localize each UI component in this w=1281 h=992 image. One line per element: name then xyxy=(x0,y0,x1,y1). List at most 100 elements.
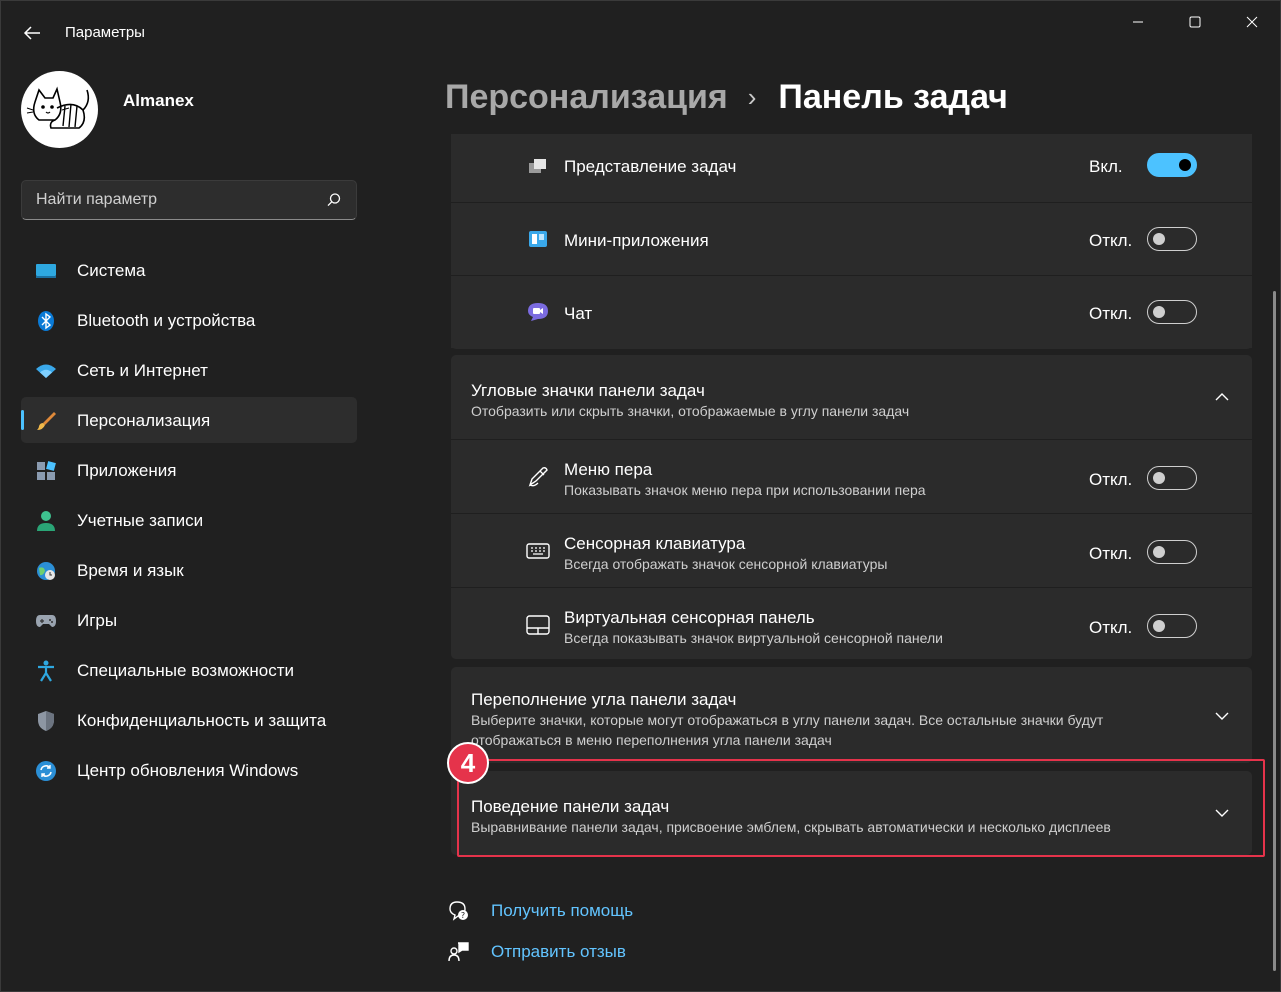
close-button[interactable] xyxy=(1229,7,1275,37)
corner-icons-header[interactable]: Угловые значки панели задач Отобразить и… xyxy=(451,355,1252,439)
setting-label: Мини-приложения xyxy=(564,231,709,250)
setting-label: Чат xyxy=(564,304,593,323)
annotation-step-badge: 4 xyxy=(447,742,489,784)
sidebar-item-personalization[interactable]: Персонализация xyxy=(21,397,357,443)
toggle-state-text: Вкл. xyxy=(1089,157,1123,176)
get-help-link[interactable]: ? Получить помощь xyxy=(447,897,633,925)
setting-row-pen-menu: Меню пера Показывать значок меню пера пр… xyxy=(451,439,1252,513)
sidebar-nav: Система Bluetooth и устройства Сеть и Ин… xyxy=(21,247,357,797)
sidebar-item-label: Специальные возможности xyxy=(77,661,295,680)
cat-avatar-icon xyxy=(26,85,89,129)
taskbar-items-card: Представление задач Вкл. Мини-приложения… xyxy=(451,134,1252,349)
touchpad-icon xyxy=(526,613,550,637)
maximize-icon xyxy=(1189,16,1201,28)
virtual-touchpad-toggle[interactable] xyxy=(1147,614,1197,638)
setting-row-chat: Чат Откл. xyxy=(451,275,1252,348)
search-icon[interactable] xyxy=(326,192,342,208)
shield-icon xyxy=(35,710,57,732)
sidebar-item-windows-update[interactable]: Центр обновления Windows xyxy=(21,747,357,793)
breadcrumb: Персонализация › Панель задач xyxy=(445,75,1008,119)
breadcrumb-separator: › xyxy=(747,81,757,112)
app-title: Параметры xyxy=(65,24,145,41)
update-icon xyxy=(35,760,57,782)
corner-icons-card: Меню пера Показывать значок меню пера пр… xyxy=(451,439,1252,659)
toggle-state-text: Откл. xyxy=(1089,470,1133,489)
send-feedback-label[interactable]: Отправить отзыв xyxy=(491,942,626,962)
sidebar-item-label: Сеть и Интернет xyxy=(77,361,208,380)
help-icon: ? xyxy=(447,899,471,923)
group-subtitle: Выберите значки, которые могут отображат… xyxy=(471,712,1104,728)
setting-description: Всегда отображать значок сенсорной клави… xyxy=(564,556,888,572)
sidebar-item-time-language[interactable]: Время и язык xyxy=(21,547,357,593)
sidebar-item-label: Учетные записи xyxy=(77,511,204,530)
breadcrumb-parent[interactable]: Персонализация xyxy=(445,78,728,117)
title-bar: Параметры xyxy=(1,1,1280,63)
sidebar-item-label: Время и язык xyxy=(77,561,184,580)
user-name: Almanex xyxy=(123,91,194,110)
sidebar-item-accounts[interactable]: Учетные записи xyxy=(21,497,357,543)
widgets-toggle[interactable] xyxy=(1147,227,1197,251)
brush-icon xyxy=(35,410,57,432)
scrollbar[interactable] xyxy=(1273,291,1276,971)
setting-row-virtual-touchpad: Виртуальная сенсорная панель Всегда пока… xyxy=(451,587,1252,659)
sidebar-item-gaming[interactable]: Игры xyxy=(21,597,357,643)
active-indicator xyxy=(21,410,24,430)
toggle-state-text: Откл. xyxy=(1089,618,1133,637)
avatar[interactable] xyxy=(21,71,98,148)
annotation-highlight-box xyxy=(457,759,1265,857)
bluetooth-icon xyxy=(35,310,57,332)
gamepad-icon xyxy=(35,610,57,632)
toggle-state-text: Откл. xyxy=(1089,304,1133,323)
widgets-icon xyxy=(526,227,550,251)
search-input[interactable] xyxy=(22,181,322,219)
chat-toggle[interactable] xyxy=(1147,300,1197,324)
group-subtitle: Отобразить или скрыть значки, отображаем… xyxy=(471,403,910,419)
setting-row-touch-keyboard: Сенсорная клавиатура Всегда отображать з… xyxy=(451,513,1252,587)
pen-icon xyxy=(526,465,550,489)
maximize-button[interactable] xyxy=(1172,7,1218,37)
sidebar-item-privacy[interactable]: Конфиденциальность и защита xyxy=(21,697,357,743)
send-feedback-link[interactable]: Отправить отзыв xyxy=(447,938,626,966)
sidebar-item-label: Приложения xyxy=(77,461,177,480)
setting-row-widgets: Мини-приложения Откл. xyxy=(451,202,1252,275)
sidebar-item-apps[interactable]: Приложения xyxy=(21,447,357,493)
sidebar-item-accessibility[interactable]: Специальные возможности xyxy=(21,647,357,693)
group-subtitle: отображаться в меню переполнения угла па… xyxy=(471,732,832,748)
sidebar-item-bluetooth[interactable]: Bluetooth и устройства xyxy=(21,297,357,343)
get-help-label[interactable]: Получить помощь xyxy=(491,901,633,921)
toggle-knob xyxy=(1179,159,1191,171)
globe-icon xyxy=(35,560,57,582)
chat-icon xyxy=(526,300,550,324)
toggle-knob xyxy=(1153,306,1165,318)
toggle-state-text: Откл. xyxy=(1089,231,1133,250)
sidebar-item-label: Конфиденциальность и защита xyxy=(77,711,327,730)
settings-window: Параметры Almanex Система xyxy=(0,0,1281,992)
toggle-knob xyxy=(1153,546,1165,558)
search-box[interactable] xyxy=(21,180,357,220)
group-title: Угловые значки панели задач xyxy=(471,381,705,400)
minimize-button[interactable] xyxy=(1115,7,1161,37)
task-view-toggle[interactable] xyxy=(1147,153,1197,177)
back-button[interactable] xyxy=(15,19,49,47)
setting-label: Меню пера xyxy=(564,460,653,479)
system-icon xyxy=(35,260,57,282)
apps-icon xyxy=(35,460,57,482)
keyboard-icon xyxy=(526,539,550,563)
sidebar-item-system[interactable]: Система xyxy=(21,247,357,293)
task-view-icon xyxy=(526,154,550,178)
setting-row-task-view: Представление задач Вкл. xyxy=(451,134,1252,202)
sidebar-item-label: Bluetooth и устройства xyxy=(77,311,256,330)
sidebar-item-label: Персонализация xyxy=(77,411,211,430)
sidebar-item-network[interactable]: Сеть и Интернет xyxy=(21,347,357,393)
touch-keyboard-toggle[interactable] xyxy=(1147,540,1197,564)
setting-description: Всегда показывать значок виртуальной сен… xyxy=(564,630,943,646)
toggle-knob xyxy=(1153,620,1165,632)
corner-overflow-header[interactable]: Переполнение угла панели задач Выберите … xyxy=(451,667,1252,763)
chevron-down-icon[interactable] xyxy=(1214,708,1230,724)
wifi-icon xyxy=(35,360,57,382)
toggle-knob xyxy=(1153,472,1165,484)
arrow-left-icon xyxy=(23,26,40,40)
pen-menu-toggle[interactable] xyxy=(1147,466,1197,490)
chevron-up-icon[interactable] xyxy=(1214,389,1230,405)
accessibility-icon xyxy=(35,660,57,682)
